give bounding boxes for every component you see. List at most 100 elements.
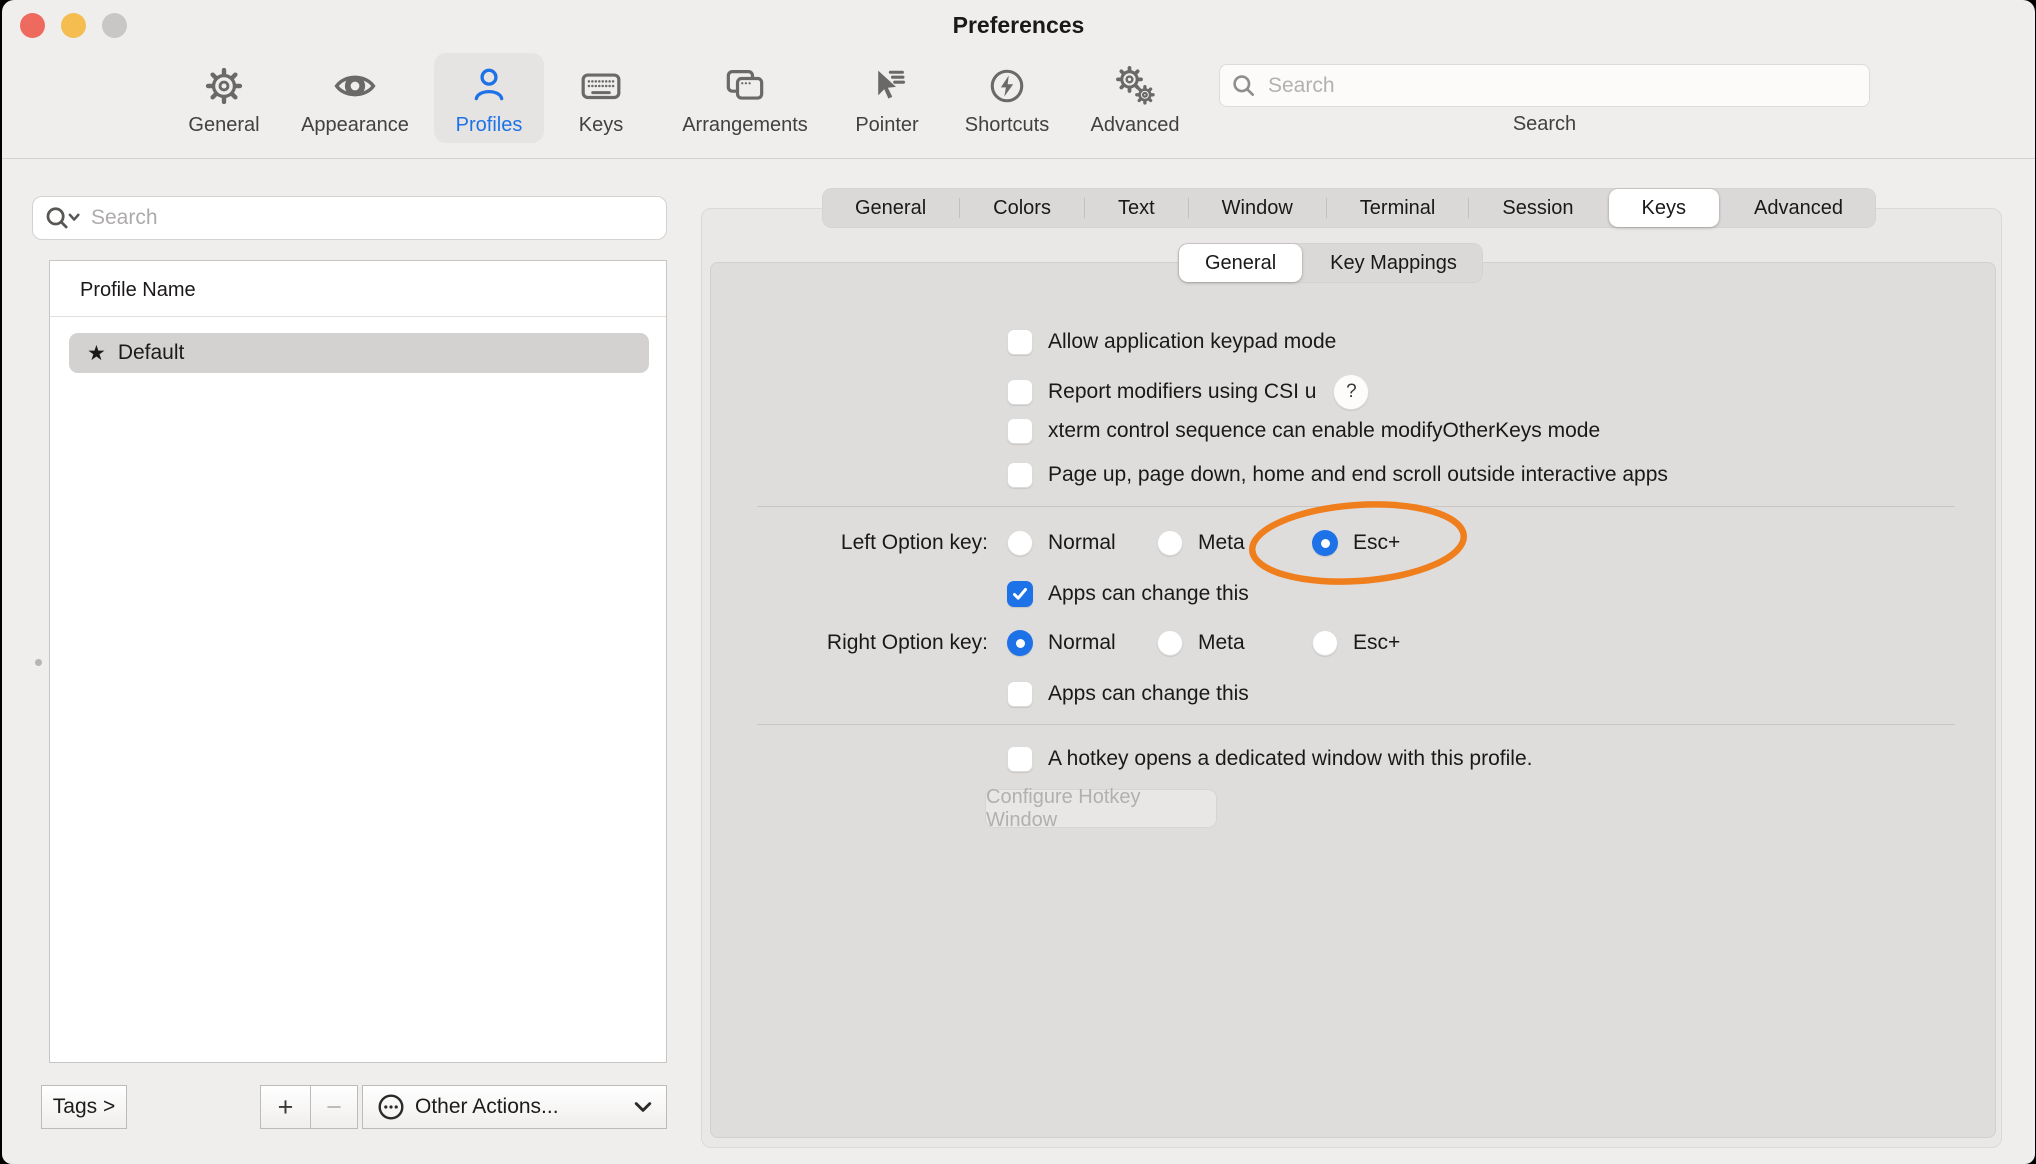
tab-general[interactable]: General xyxy=(822,188,959,228)
preferences-window: Preferences General Appearance xyxy=(2,0,2035,1164)
right-option-esc[interactable]: Esc+ xyxy=(1312,630,1400,656)
left-apps-can-change-row[interactable]: Apps can change this xyxy=(1007,581,1249,607)
search-icon xyxy=(1232,74,1256,98)
toolbar-label: Advanced xyxy=(1091,114,1180,137)
gear-icon xyxy=(202,60,246,112)
checkbox-row-csi-u[interactable]: Report modifiers using CSI u ? xyxy=(1007,374,1369,410)
tab-session[interactable]: Session xyxy=(1469,188,1606,228)
toolbar-item-pointer[interactable]: Pointer xyxy=(832,53,942,143)
tab-colors[interactable]: Colors xyxy=(960,188,1084,228)
tags-button[interactable]: Tags > xyxy=(41,1085,127,1129)
eye-icon xyxy=(332,60,378,112)
toolbar-item-general[interactable]: General xyxy=(164,53,284,143)
checkbox-unchecked[interactable] xyxy=(1007,462,1033,488)
toolbar-search-input[interactable] xyxy=(1266,73,1857,99)
toolbar-label: Pointer xyxy=(855,114,918,137)
cursor-icon xyxy=(865,60,909,112)
checkbox-unchecked[interactable] xyxy=(1007,379,1033,405)
configure-hotkey-label: Configure Hotkey Window xyxy=(986,786,1216,832)
header-divider xyxy=(50,316,666,317)
toolbar-item-keys[interactable]: Keys xyxy=(555,53,647,143)
toolbar-item-advanced[interactable]: Advanced xyxy=(1070,53,1200,143)
checkbox-label: A hotkey opens a dedicated window with t… xyxy=(1048,747,1532,771)
hotkey-checkbox-row[interactable]: A hotkey opens a dedicated window with t… xyxy=(1007,746,1532,772)
chevron-down-icon xyxy=(634,1101,652,1113)
left-option-meta[interactable]: Meta xyxy=(1157,530,1245,556)
checkbox-row-keypad[interactable]: Allow application keypad mode xyxy=(1007,329,1336,355)
profile-name: Default xyxy=(118,341,185,365)
toolbar-label: Profiles xyxy=(456,114,523,137)
tab-terminal[interactable]: Terminal xyxy=(1327,188,1469,228)
lightning-icon xyxy=(985,60,1029,112)
section-divider xyxy=(757,724,1955,725)
checkbox-unchecked[interactable] xyxy=(1007,681,1033,707)
splitter-dot[interactable] xyxy=(35,659,42,666)
plus-icon: + xyxy=(278,1092,294,1123)
gears-icon xyxy=(1112,60,1158,112)
window-title: Preferences xyxy=(2,12,2035,39)
toolbar-divider xyxy=(2,158,2035,159)
checkbox-checked[interactable] xyxy=(1007,581,1033,607)
toolbar-item-profiles[interactable]: Profiles xyxy=(434,53,544,143)
checkbox-label: Report modifiers using CSI u xyxy=(1048,380,1316,404)
profile-list-header: Profile Name xyxy=(80,279,196,302)
star-icon: ★ xyxy=(87,341,106,366)
tab-text[interactable]: Text xyxy=(1085,188,1188,228)
radio-label: Esc+ xyxy=(1353,631,1400,655)
annotation-ellipse xyxy=(1242,490,1477,598)
subtab-general[interactable]: General xyxy=(1179,244,1302,282)
toolbar-label: Arrangements xyxy=(682,114,808,137)
radio-label: Normal xyxy=(1048,531,1116,555)
profile-search-field[interactable] xyxy=(32,196,667,240)
profile-list: Profile Name ★ Default xyxy=(49,260,667,1063)
windows-icon xyxy=(722,60,768,112)
checkbox-unchecked[interactable] xyxy=(1007,746,1033,772)
radio-unselected[interactable] xyxy=(1157,630,1183,656)
profile-search-input[interactable] xyxy=(89,205,654,231)
tab-keys[interactable]: Keys xyxy=(1609,189,1719,227)
configure-hotkey-window-button: Configure Hotkey Window xyxy=(985,789,1217,828)
minus-icon: − xyxy=(326,1092,342,1123)
radio-unselected[interactable] xyxy=(1007,530,1033,556)
right-apps-can-change-row[interactable]: Apps can change this xyxy=(1007,681,1249,707)
radio-selected[interactable] xyxy=(1007,630,1033,656)
checkbox-label: Apps can change this xyxy=(1048,582,1249,606)
radio-unselected[interactable] xyxy=(1312,630,1338,656)
keyboard-icon xyxy=(578,60,624,112)
checkbox-unchecked[interactable] xyxy=(1007,418,1033,444)
toolbar-item-arrangements[interactable]: Arrangements xyxy=(667,53,823,143)
checkbox-label: xterm control sequence can enable modify… xyxy=(1048,419,1600,443)
radio-label: Meta xyxy=(1198,631,1245,655)
checkbox-row-modify-other-keys[interactable]: xterm control sequence can enable modify… xyxy=(1007,418,1600,444)
other-actions-dropdown[interactable]: Other Actions... xyxy=(362,1085,667,1129)
right-option-key-label: Right Option key: xyxy=(658,631,988,655)
radio-label: Normal xyxy=(1048,631,1116,655)
toolbar-label: Appearance xyxy=(301,114,409,137)
right-option-normal[interactable]: Normal xyxy=(1007,630,1116,656)
profile-row-default[interactable]: ★ Default xyxy=(69,333,649,373)
left-option-key-label: Left Option key: xyxy=(658,531,988,555)
tab-advanced[interactable]: Advanced xyxy=(1721,188,1876,228)
tags-button-label: Tags > xyxy=(53,1095,115,1119)
other-actions-label: Other Actions... xyxy=(415,1095,559,1119)
toolbar-search-field[interactable] xyxy=(1219,64,1870,107)
toolbar-item-appearance[interactable]: Appearance xyxy=(287,53,423,143)
search-menu-icon xyxy=(45,205,81,231)
right-option-meta[interactable]: Meta xyxy=(1157,630,1245,656)
toolbar-item-shortcuts[interactable]: Shortcuts xyxy=(946,53,1068,143)
radio-label: Meta xyxy=(1198,531,1245,555)
add-profile-button[interactable]: + xyxy=(260,1085,310,1129)
tab-separator xyxy=(1607,198,1608,218)
toolbar-label: Keys xyxy=(579,114,623,137)
checkbox-unchecked[interactable] xyxy=(1007,329,1033,355)
checkbox-row-page-scroll[interactable]: Page up, page down, home and end scroll … xyxy=(1007,462,1668,488)
toolbar-label: Shortcuts xyxy=(965,114,1049,137)
left-option-normal[interactable]: Normal xyxy=(1007,530,1116,556)
radio-unselected[interactable] xyxy=(1157,530,1183,556)
subtab-key-mappings[interactable]: Key Mappings xyxy=(1304,243,1483,283)
help-button[interactable]: ? xyxy=(1333,374,1369,410)
tab-window[interactable]: Window xyxy=(1189,188,1326,228)
remove-profile-button[interactable]: − xyxy=(310,1085,358,1129)
profile-tabs: General Colors Text Window Terminal Sess… xyxy=(822,188,1876,228)
toolbar-search-label: Search xyxy=(1219,113,1870,136)
